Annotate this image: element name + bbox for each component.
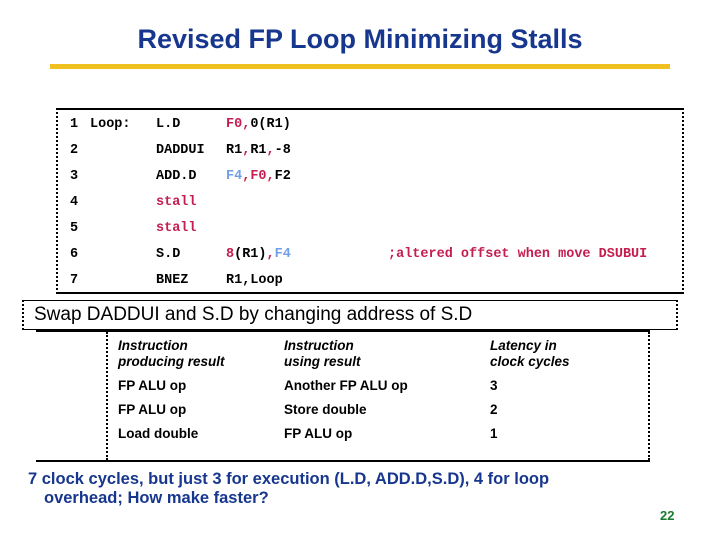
code-line-number: 2 — [70, 143, 79, 158]
table-cell: FP ALU op — [284, 426, 353, 441]
table-cell: FP ALU op — [118, 378, 187, 393]
table-cell: FP ALU op — [118, 402, 187, 417]
code-line-number: 6 — [70, 247, 79, 262]
latency-table: Instruction producing result Instruction us… — [36, 330, 650, 462]
code-opcode: ADD.D — [156, 169, 197, 184]
table-column-header-line: clock cycles — [490, 354, 570, 369]
code-operand-token: -8 — [274, 143, 291, 158]
code-line-number: 1 — [70, 117, 79, 132]
code-line: 2 DADDUI R1,R1,-8 — [58, 138, 682, 164]
code-stall-marker: stall — [156, 195, 197, 210]
code-operand-token: F2 — [274, 169, 291, 184]
code-stall-marker: stall — [156, 221, 197, 236]
code-opcode: BNEZ — [156, 273, 189, 288]
table-column-header: Instruction producing result — [118, 338, 278, 370]
table-row: Load double FP ALU op 1 — [118, 426, 638, 444]
code-line: 4 stall — [58, 190, 682, 216]
code-operands: 8(R1),F4 — [226, 242, 291, 268]
table-cell: Store double — [284, 402, 367, 417]
code-line-number: 3 — [70, 169, 79, 184]
code-operand-token: R1 — [226, 143, 243, 158]
swap-instruction-banner: Swap DADDUI and S.D by changing address … — [22, 300, 678, 330]
code-line: 3 ADD.D F4,F0,F2 — [58, 164, 682, 190]
code-opcode: S.D — [156, 247, 181, 262]
table-cell: Another FP ALU op — [284, 378, 408, 393]
table-column-header: Instruction using result — [284, 338, 484, 370]
code-operand-token: F4 — [226, 169, 243, 184]
code-operand-token: , — [266, 143, 275, 158]
code-operands: R1,R1,-8 — [226, 138, 291, 164]
footer-summary-note: 7 clock cycles, but just 3 for execution… — [28, 470, 676, 508]
code-operand-token: , — [266, 247, 275, 262]
table-column-header-line: Instruction — [118, 338, 188, 353]
code-operand-token: (R1) — [234, 247, 267, 262]
code-line-number: 7 — [70, 273, 79, 288]
code-operands: F4,F0,F2 — [226, 164, 291, 190]
code-operand-token: R1 — [250, 143, 267, 158]
table-row: FP ALU op Store double 2 — [118, 402, 638, 420]
latency-table-body: Instruction producing result Instruction us… — [106, 332, 650, 460]
code-operand-token: F0 — [226, 117, 243, 132]
swap-instruction-text: Swap DADDUI and S.D by changing address … — [34, 304, 473, 325]
table-cell: 2 — [490, 402, 498, 417]
table-cell: 1 — [490, 426, 498, 441]
title-underline-rule — [50, 64, 670, 69]
code-line: 7 BNEZ R1,Loop — [58, 268, 682, 292]
code-operand-token: 8 — [226, 247, 235, 262]
code-opcode: DADDUI — [156, 143, 205, 158]
code-comment: ;altered offset when move DSUBUI — [388, 247, 648, 262]
code-operand-token: , — [266, 169, 275, 184]
footer-line-2: overhead; How make faster? — [44, 489, 269, 507]
table-header-row: Instruction producing result Instruction us… — [118, 338, 638, 372]
code-opcode: L.D — [156, 117, 181, 132]
table-cell: Load double — [118, 426, 199, 441]
code-operand-token: F4 — [274, 247, 291, 262]
table-row: FP ALU op Another FP ALU op 3 — [118, 378, 638, 396]
table-column-header-line: producing result — [118, 354, 225, 369]
code-line: 1 Loop: L.D F0,0(R1) — [58, 112, 682, 138]
footer-line-1: 7 clock cycles, but just 3 for execution… — [28, 470, 550, 488]
slide-page-number: 22 — [660, 508, 675, 523]
table-column-header-line: Instruction — [284, 338, 354, 353]
code-line-number: 4 — [70, 195, 79, 210]
table-column-header-line: using result — [284, 354, 361, 369]
table-column-header: Latency in clock cycles — [490, 338, 640, 370]
code-operands: R1,Loop — [226, 268, 283, 292]
table-column-header-line: Latency in — [490, 338, 557, 353]
code-line-number: 5 — [70, 221, 79, 236]
table-cell: 3 — [490, 378, 498, 393]
code-line: 5 stall — [58, 216, 682, 242]
code-line: 6 S.D 8(R1),F4 ;altered offset when move DS… — [58, 242, 682, 268]
code-operand-token: 0(R1) — [250, 117, 291, 132]
code-line-label: Loop: — [90, 117, 131, 132]
code-operands: F0,0(R1) — [226, 112, 291, 138]
code-operand-token: F0 — [250, 169, 267, 184]
page-title: Revised FP Loop Minimizing Stalls — [137, 24, 583, 54]
code-operand-token: R1,Loop — [226, 273, 283, 288]
assembly-code-block: 1 Loop: L.D F0,0(R1) 2 DADDUI R1,R1,-8 3 ADD.D F4… — [56, 108, 684, 294]
